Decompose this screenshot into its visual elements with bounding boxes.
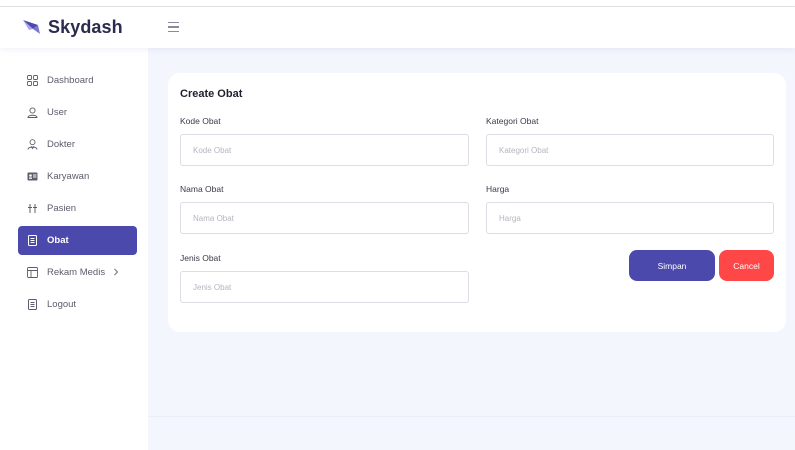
dashboard-grid-icon xyxy=(27,75,38,86)
window-top-edge xyxy=(0,0,795,7)
harga-label: Harga xyxy=(486,184,510,194)
sidebar-item-label: Karyawan xyxy=(47,171,90,182)
id-card-icon xyxy=(27,171,38,182)
kategori-obat-label: Kategori Obat xyxy=(486,116,539,126)
layout-icon xyxy=(27,267,38,278)
user-icon xyxy=(27,107,38,118)
kategori-obat-input[interactable] xyxy=(486,134,774,166)
brand[interactable]: Skydash xyxy=(22,15,123,39)
jenis-obat-input[interactable] xyxy=(180,271,469,303)
nama-obat-input[interactable] xyxy=(180,202,469,234)
brand-logo-icon xyxy=(23,20,40,34)
sidebar-item-label: Dokter xyxy=(47,139,75,150)
sidebar-item-logout[interactable]: Logout xyxy=(18,290,137,319)
sidebar-item-label: Logout xyxy=(47,299,77,310)
sidebar-item-karyawan[interactable]: Karyawan xyxy=(18,162,137,191)
sidebar-item-label: User xyxy=(47,107,68,118)
kode-obat-label: Kode Obat xyxy=(180,116,221,126)
sidebar-item-user[interactable]: User xyxy=(18,98,137,127)
save-button[interactable]: Simpan xyxy=(629,250,715,281)
jenis-obat-label: Jenis Obat xyxy=(180,253,221,263)
document-icon xyxy=(27,235,38,246)
sidebar-item-dokter[interactable]: Dokter xyxy=(18,130,137,159)
page-title: Create Obat xyxy=(180,88,243,100)
footer xyxy=(148,416,795,450)
sidebar-item-label: Pasien xyxy=(47,203,77,214)
nama-obat-label: Nama Obat xyxy=(180,184,224,194)
chevron-right-icon xyxy=(114,268,119,276)
harga-input[interactable] xyxy=(486,202,774,234)
top-navbar: Skydash xyxy=(0,7,795,48)
sidebar-item-pasien[interactable]: Pasien xyxy=(18,194,137,223)
sidebar-item-obat[interactable]: Obat xyxy=(18,226,137,255)
sidebar-item-label: Obat xyxy=(47,235,69,246)
sidebar-item-rekam-medis[interactable]: Rekam Medis xyxy=(18,258,137,287)
sidebar-item-label: Rekam Medis xyxy=(47,267,106,278)
patient-icon xyxy=(27,203,38,214)
sidebar-item-label: Dashboard xyxy=(47,75,94,86)
brand-name: Skydash xyxy=(48,16,123,37)
hamburger-icon[interactable] xyxy=(168,22,179,33)
kode-obat-input[interactable] xyxy=(180,134,469,166)
sidebar: Dashboard User Dokter Karyawan Pasien Ob… xyxy=(0,48,148,450)
document-icon xyxy=(27,299,38,310)
sidebar-item-dashboard[interactable]: Dashboard xyxy=(18,66,137,95)
doctor-icon xyxy=(27,139,38,150)
cancel-button[interactable]: Cancel xyxy=(719,250,774,281)
